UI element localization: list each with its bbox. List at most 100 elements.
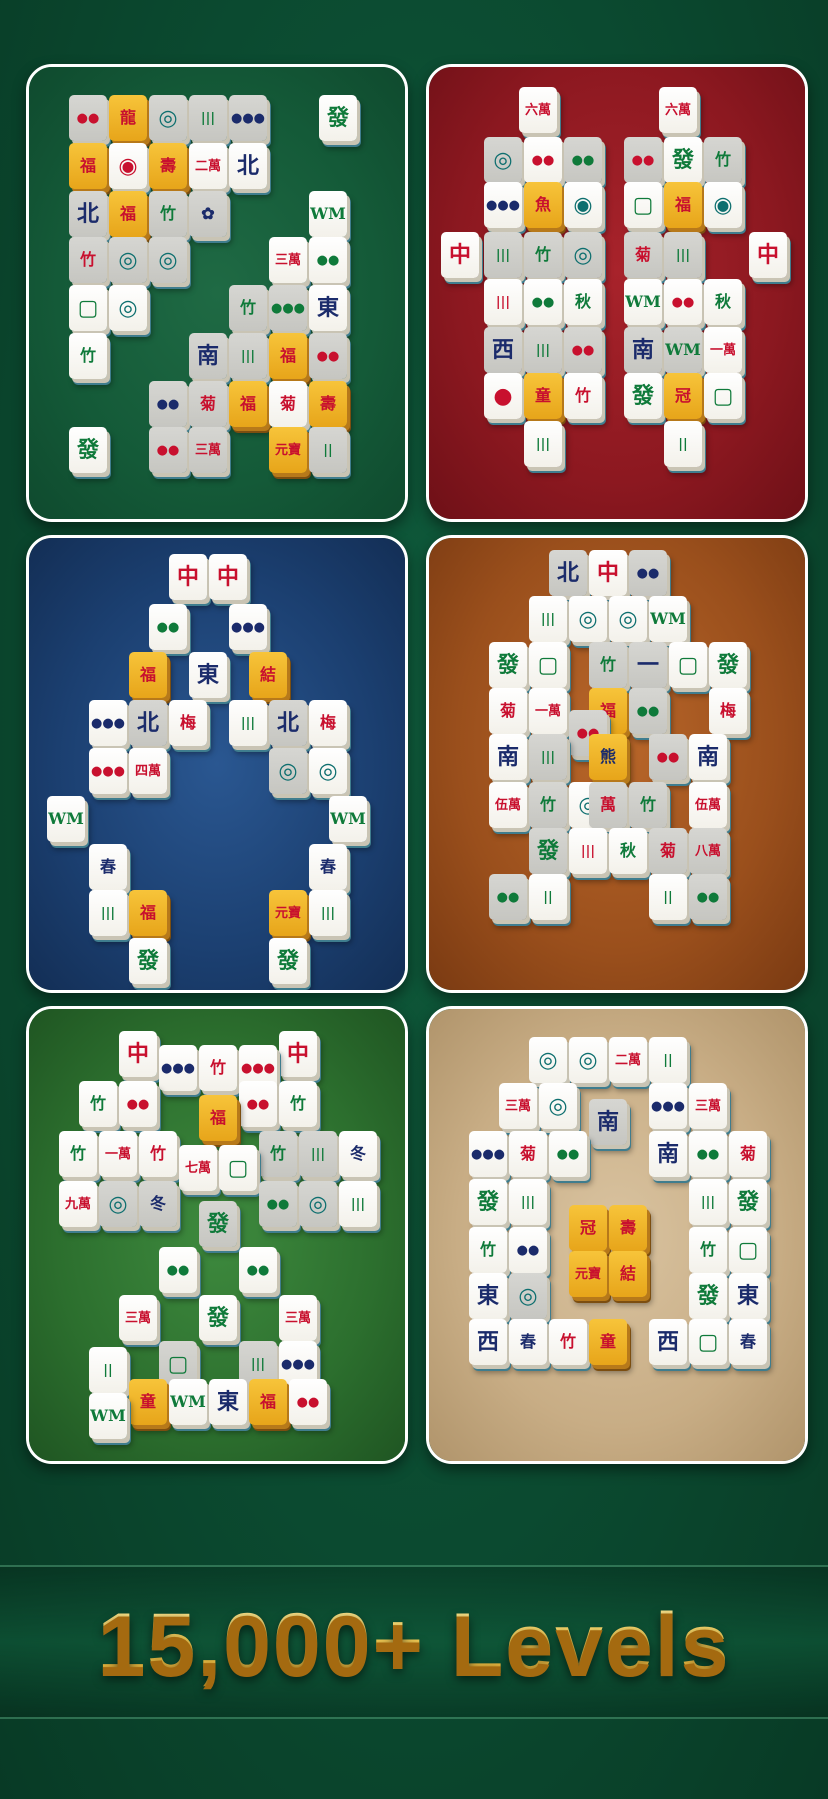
mahjong-tile: |||: [664, 232, 702, 278]
mahjong-tile: 秋: [704, 279, 742, 325]
mahjong-tile: 南: [189, 333, 227, 379]
tile-glyph: WM: [90, 1406, 126, 1425]
tile-glyph: ◉: [118, 153, 138, 179]
tile-glyph: 童: [534, 386, 551, 405]
mahjong-tile: ◎: [529, 1037, 567, 1083]
tile-glyph: 福: [259, 1392, 276, 1411]
tile-glyph: ●●: [316, 348, 340, 364]
tile-glyph: ●: [493, 383, 513, 409]
tile-glyph: 冬: [149, 1194, 166, 1213]
tile-glyph: |||: [535, 342, 551, 358]
tile-glyph: ●●: [496, 889, 520, 905]
mahjong-tile: 一萬: [704, 327, 742, 373]
mahjong-tile: ◎: [309, 748, 347, 794]
tile-glyph: ●●: [166, 1262, 190, 1278]
tile-glyph: 菊: [199, 394, 216, 413]
tile-glyph: 竹: [89, 1094, 106, 1113]
mahjong-tile: 竹: [259, 1131, 297, 1177]
tile-glyph: 南: [656, 1141, 679, 1167]
mahjong-tile: ◎: [149, 237, 187, 283]
tile-glyph: ●●: [556, 1146, 580, 1162]
tile-glyph: 梅: [179, 713, 196, 732]
tile-glyph: ●●: [296, 1394, 320, 1410]
mahjong-tile: 秋: [609, 828, 647, 874]
tile-glyph: 發: [206, 1305, 229, 1331]
tile-glyph: ●●●: [650, 1098, 686, 1114]
mahjong-tile: 龍: [109, 95, 147, 141]
tile-glyph: ●●: [76, 110, 100, 126]
tile-glyph: 冠: [674, 386, 691, 405]
tile-glyph: WM: [310, 204, 346, 223]
tile-glyph: 菊: [279, 394, 296, 413]
mahjong-tile: 菊: [624, 232, 662, 278]
mahjong-tile: ●●: [239, 1081, 277, 1127]
tile-glyph: 秋: [714, 292, 731, 311]
mahjong-tile: |||: [569, 828, 607, 874]
tile-glyph: 發: [696, 1283, 719, 1309]
tile-glyph: ●●●: [240, 1060, 276, 1076]
mahjong-tile: 西: [649, 1319, 687, 1365]
mahjong-tile: 三萬: [119, 1295, 157, 1341]
mahjong-tile: 福: [269, 333, 307, 379]
mahjong-tile: 菊: [189, 381, 227, 427]
mahjong-tile: 三萬: [189, 427, 227, 473]
mahjong-tile: 八萬: [689, 828, 727, 874]
mahjong-tile: ◎: [564, 232, 602, 278]
mahjong-tile: 東: [469, 1273, 507, 1319]
tile-board: ●● 龍 ◎ ||| ●●● 發福 ◉ 壽二萬北北福竹 ✿ WM 竹 ◎ ◎ 三萬 ●● ▢ ◎ 竹 ●●● 東竹南 |…: [29, 67, 405, 519]
tile-board: 中中 ●● ●●● 福東結 ●●● 北梅 ||| 北梅 ●●● 四萬 ◎ ◎ WM WM 春春 ||| 福元寶 |…: [29, 538, 405, 990]
mahjong-tile: 梅: [709, 688, 747, 734]
tile-glyph: ●●●: [230, 619, 266, 635]
mahjong-tile: ◎: [509, 1273, 547, 1319]
mahjong-tile: |||: [529, 596, 567, 642]
tile-glyph: 結: [259, 665, 276, 684]
tile-glyph: 熊: [599, 747, 616, 766]
mahjong-tile: ●●●: [484, 182, 522, 228]
mahjong-tile: ●●: [159, 1247, 197, 1293]
mahjong-tile: 福: [109, 191, 147, 237]
tile-glyph: ●●: [531, 152, 555, 168]
tile-glyph: 壽: [619, 1218, 636, 1237]
tile-glyph: 發: [276, 948, 299, 974]
mahjong-tile: 發: [69, 427, 107, 473]
mahjong-tile: 中: [589, 550, 627, 596]
tile-glyph: ✿: [201, 204, 215, 223]
mahjong-tile: ◎: [484, 137, 522, 183]
mahjong-tile: ●●●: [89, 748, 127, 794]
tile-glyph: ●●: [636, 703, 660, 719]
mahjong-tile: ●●●: [469, 1131, 507, 1177]
tile-glyph: 伍萬: [494, 797, 521, 813]
tile-glyph: 春: [739, 1332, 756, 1351]
tile-glyph: |||: [310, 1146, 326, 1162]
tile-glyph: 萬: [599, 795, 616, 814]
mahjong-tile: 福: [664, 182, 702, 228]
mahjong-tile: ●●: [289, 1379, 327, 1425]
mahjong-tile: 竹: [79, 1081, 117, 1127]
tile-glyph: ●●●: [470, 1146, 506, 1162]
tile-glyph: ||: [678, 436, 688, 452]
tile-glyph: ◎: [618, 606, 638, 632]
tile-glyph: 春: [99, 857, 116, 876]
tile-glyph: 一: [636, 652, 659, 678]
tile-glyph: |||: [350, 1196, 366, 1212]
tile-glyph: ▢: [167, 1351, 189, 1377]
mahjong-tile: 伍萬: [489, 782, 527, 828]
mahjong-tile: ●●: [624, 137, 662, 183]
mahjong-tile: 三萬: [689, 1083, 727, 1129]
tile-glyph: 春: [319, 857, 336, 876]
mahjong-tile: 春: [309, 844, 347, 890]
tile-glyph: 東: [196, 662, 219, 688]
mahjong-tile: 竹: [69, 237, 107, 283]
tile-glyph: 北: [76, 201, 99, 227]
tile-glyph: ||: [663, 1052, 673, 1068]
tile-glyph: |||: [540, 611, 556, 627]
mahjong-tile: ●●: [689, 874, 727, 920]
tile-board: 北中 ●● ||| ◎ ◎ WM 發 ▢ 竹一 ▢ 發菊一萬福 ●● 梅 ●● 熊南 ||| 萬 ●● 南伍萬竹 ◎ 竹…: [429, 538, 805, 990]
mahjong-tile: ●●: [664, 279, 702, 325]
mahjong-tile: ●●: [649, 734, 687, 780]
tile-glyph: ◎: [108, 1191, 128, 1217]
tile-glyph: 北: [236, 153, 259, 179]
mahjong-tile: WM: [664, 327, 702, 373]
mahjong-tile: 發: [199, 1201, 237, 1247]
tile-glyph: 梅: [319, 713, 336, 732]
